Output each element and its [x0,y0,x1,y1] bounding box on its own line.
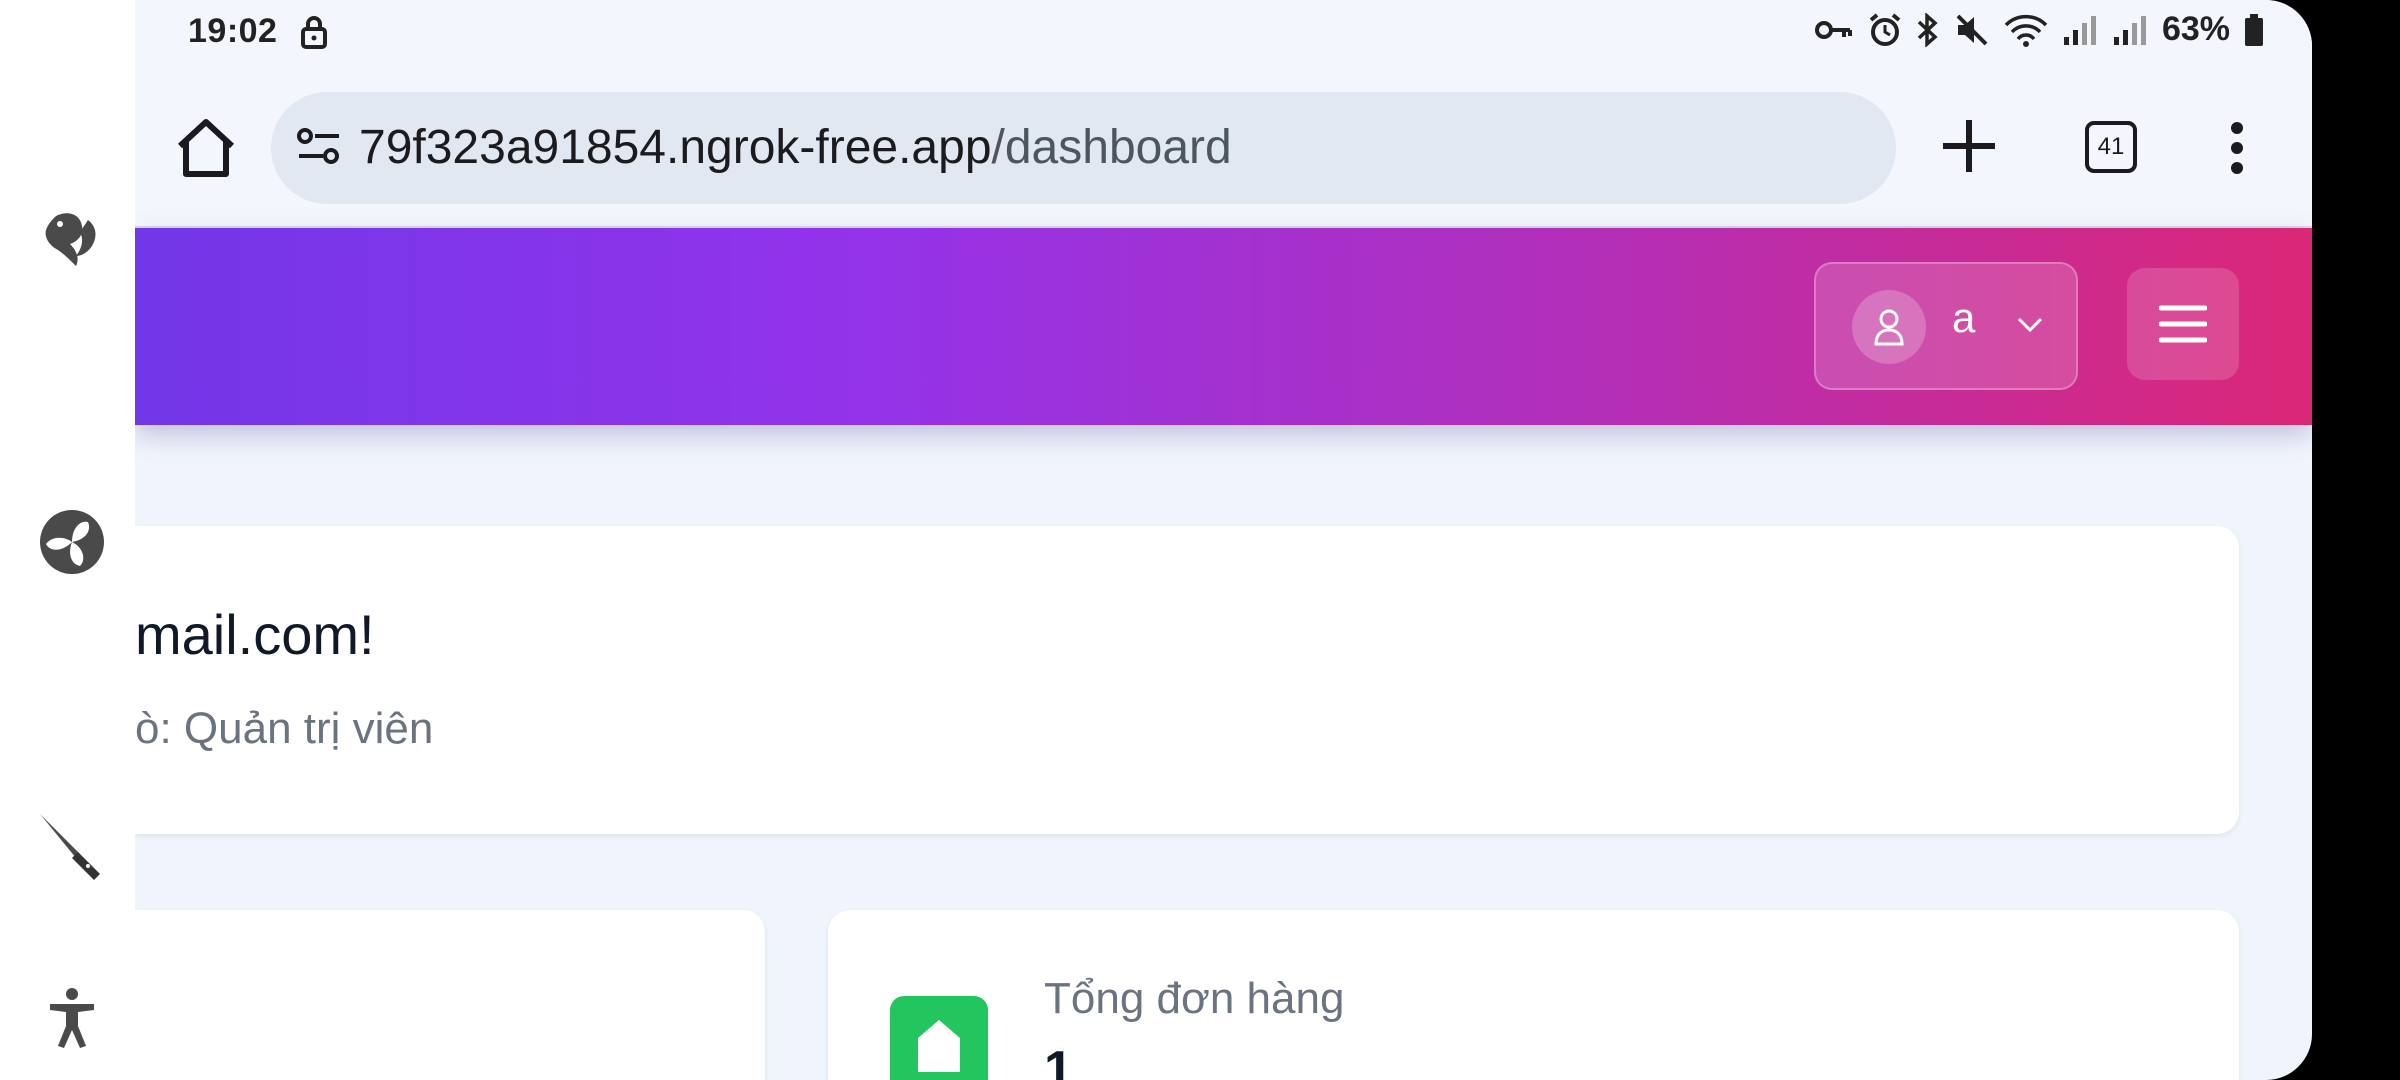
signal-icon-2 [2113,15,2146,45]
chevron-down-icon [2017,317,2043,333]
knife-icon[interactable] [36,810,108,882]
stat-value: 1 [1044,1041,1073,1080]
address-bar[interactable]: 79f323a91854.ngrok-free.app/dashboard [271,92,1896,204]
tab-switcher-button[interactable]: 41 [2085,121,2137,173]
battery-level: 63% [2161,10,2230,48]
pinwheel-icon[interactable] [36,506,108,578]
signal-icon [2063,15,2096,45]
koi-fish-icon[interactable] [36,202,108,274]
user-menu-button[interactable]: a [1814,262,2078,390]
bluetooth-icon [1917,12,1938,47]
hamburger-icon [2159,305,2207,343]
home-icon [918,1020,960,1072]
welcome-title: mail.com! [135,603,375,666]
accessibility-icon[interactable] [36,980,108,1052]
new-tab-icon[interactable] [1937,114,2001,178]
browser-toolbar: 79f323a91854.ngrok-free.app/dashboard 41 [135,64,2312,228]
status-bar: 19:02 63% [135,0,2312,64]
more-options-icon[interactable] [2227,120,2247,176]
battery-icon [2245,13,2263,46]
user-name: a [1952,294,1976,341]
edge-panel [0,0,135,1080]
url-text: 79f323a91854.ngrok-free.app/dashboard [359,120,1232,175]
welcome-card: mail.com! ò: Quản trị viên [135,526,2239,834]
phone-screen: 19:02 63% 79f323a91854.ngrok-free.app/da… [135,0,2312,1080]
user-icon [1874,309,1904,346]
alarm-icon [1869,12,1901,46]
vpn-key-icon [1814,20,1852,39]
stat-card-orders: Tổng đơn hàng 1 [828,910,2239,1080]
lock-icon [301,16,327,49]
stat-label: Tổng đơn hàng [1044,974,1345,1023]
url-host: 79f323a91854.ngrok-free.app [359,121,992,174]
home-icon[interactable] [172,114,240,182]
menu-button[interactable] [2127,268,2239,380]
app-header: a [135,228,2312,425]
muted-icon [1956,14,1988,45]
url-path: /dashboard [991,121,1232,174]
site-settings-icon[interactable] [297,126,341,166]
orders-icon-tile [890,996,988,1080]
status-icons: 63% [1814,10,2264,49]
status-time: 19:02 [188,12,278,50]
avatar [1852,290,1926,364]
stat-card [135,910,765,1080]
wifi-icon [2004,14,2048,47]
welcome-role: ò: Quản trị viên [135,704,434,753]
